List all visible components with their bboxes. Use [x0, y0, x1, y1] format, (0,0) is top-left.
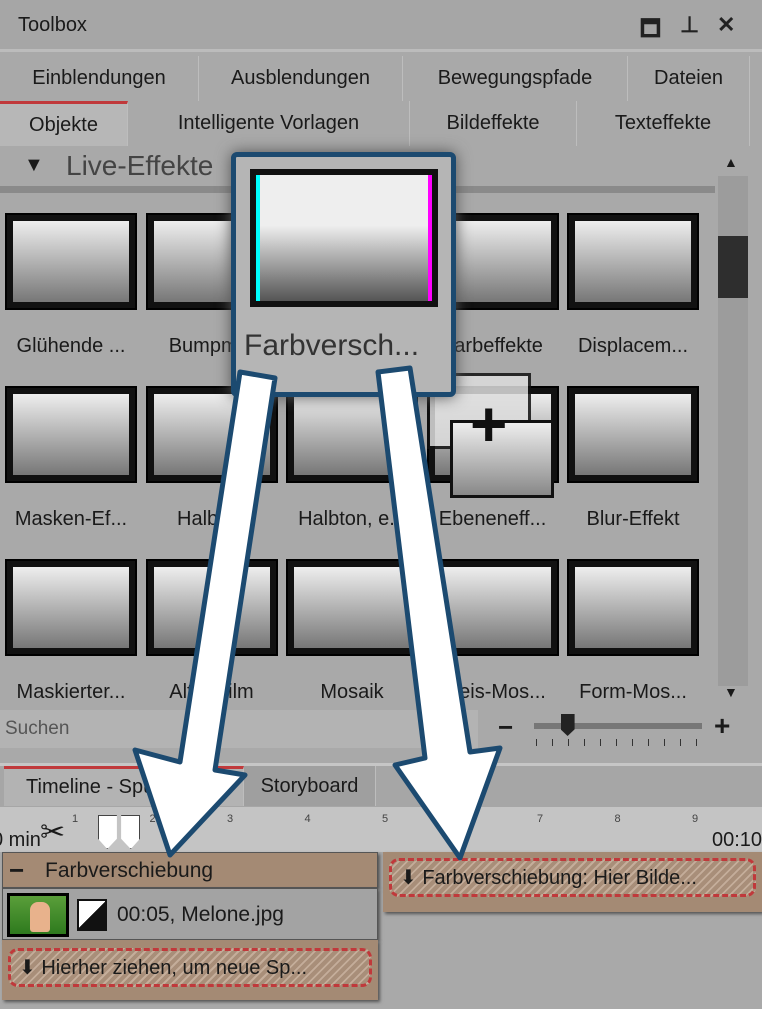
arrow-right-icon: [375, 365, 503, 861]
drag-arrows: [132, 365, 503, 861]
arrow-left-icon: [132, 369, 278, 858]
